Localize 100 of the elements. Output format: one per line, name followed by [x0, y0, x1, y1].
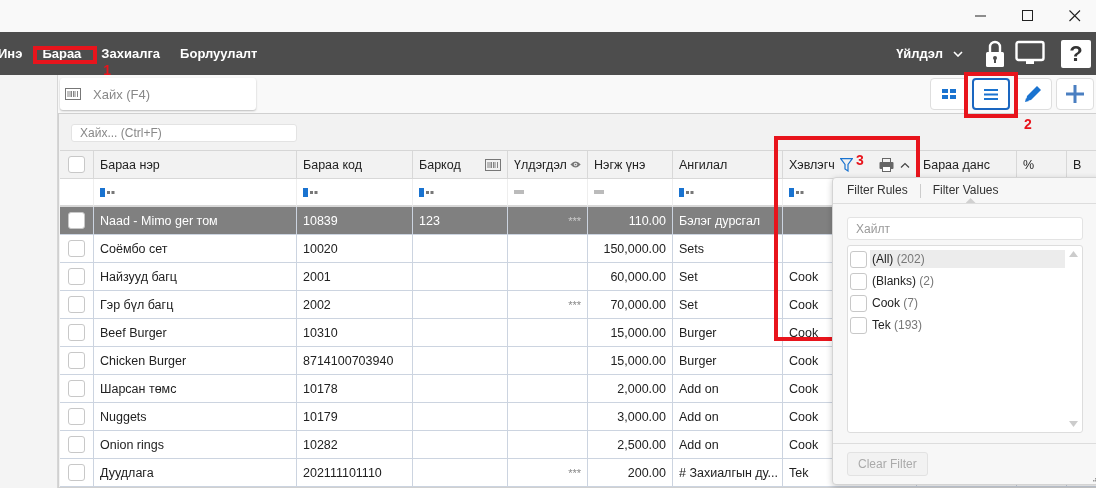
row-checkbox[interactable] — [68, 352, 85, 369]
table-cell: 202111101110 — [297, 459, 413, 487]
eye-icon[interactable] — [569, 160, 581, 169]
filter-tab[interactable]: Filter Values — [932, 181, 999, 203]
table-cell: Burger — [673, 319, 783, 347]
filter-value[interactable]: Cook (7) — [870, 294, 920, 312]
column-header[interactable]: В — [1067, 151, 1096, 179]
row-checkbox[interactable] — [68, 408, 85, 425]
filter-value[interactable]: (All) (202) — [870, 250, 1065, 268]
maximize-icon[interactable] — [1022, 10, 1034, 22]
table-cell: Set — [673, 291, 783, 319]
table-cell: Шарсан төмс — [94, 375, 297, 403]
barcode-icon — [65, 88, 81, 100]
column-header[interactable]: Бараа нэр — [94, 151, 297, 179]
table-cell: Гэр бүл багц — [94, 291, 297, 319]
list-view-icon — [984, 88, 998, 100]
table-cell: 60,000.00 — [588, 263, 673, 291]
plus-icon — [1065, 84, 1085, 104]
annotation-box — [964, 72, 1018, 118]
printer-icon[interactable] — [879, 157, 894, 172]
search-field[interactable]: Хайлт — [847, 217, 1083, 240]
filter-icon[interactable] — [840, 157, 853, 172]
row-checkbox[interactable] — [68, 212, 85, 229]
row-checkbox[interactable] — [68, 240, 85, 257]
column-header[interactable]: Үлдэгдэл — [508, 151, 588, 179]
actions-dropdown[interactable]: Үйлдэл — [896, 46, 943, 61]
table-cell: 2,000.00 — [588, 375, 673, 403]
table-cell: Onion rings — [94, 431, 297, 459]
row-checkbox[interactable] — [68, 436, 85, 453]
table-cell: 15,000.00 — [588, 319, 673, 347]
text-filter-icon[interactable] — [303, 187, 319, 197]
caret-up-icon[interactable] — [900, 161, 910, 168]
table-cell: 10020 — [297, 235, 413, 263]
table-cell: 10839 — [297, 207, 413, 235]
annotation-box — [33, 46, 98, 64]
table-cell: 110.00 — [588, 207, 673, 235]
search-field[interactable]: Хайх (F4) — [60, 78, 256, 110]
table-cell: Найзууд багц — [94, 263, 297, 291]
menu-item[interactable]: Захиалга — [101, 46, 161, 61]
chevron-down-icon[interactable] — [953, 50, 963, 57]
table-cell: Burger — [673, 347, 783, 375]
value-checkbox[interactable] — [850, 272, 867, 290]
add-button[interactable] — [1056, 78, 1094, 110]
column-header[interactable]: % — [1017, 151, 1067, 179]
row-checkbox[interactable] — [68, 296, 85, 313]
lock-icon[interactable] — [985, 39, 1005, 68]
barcode-icon — [485, 158, 501, 171]
scroll-up-icon[interactable] — [1069, 251, 1078, 257]
table-cell: Sets — [673, 235, 783, 263]
table-cell: 2002 — [297, 291, 413, 319]
annotation-number: 2 — [1024, 117, 1032, 131]
row-checkbox[interactable] — [68, 380, 85, 397]
close-icon[interactable] — [1069, 10, 1081, 22]
table-cell: # Захиалгын ду... — [673, 459, 783, 487]
table-cell: 3,000.00 — [588, 403, 673, 431]
column-header[interactable]: Баркод — [413, 151, 508, 179]
column-header[interactable]: Ангилал — [673, 151, 783, 179]
table-cell: 2,500.00 — [588, 431, 673, 459]
table-cell: Nuggets — [94, 403, 297, 431]
row-checkbox[interactable] — [68, 268, 85, 285]
help-icon[interactable]: ? — [1061, 39, 1091, 68]
table-cell: 10179 — [297, 403, 413, 431]
column-header[interactable]: Бараа код — [297, 151, 413, 179]
text-filter-icon[interactable] — [789, 187, 805, 197]
table-cell: Дуудлага — [94, 459, 297, 487]
text-filter-icon[interactable] — [100, 187, 116, 197]
menu-item[interactable]: Борлуулалт — [180, 46, 258, 61]
table-cell: Соёмбо сет — [94, 235, 297, 263]
table-cell: 200.00 — [588, 459, 673, 487]
value-checkbox[interactable] — [850, 250, 867, 268]
view-toggle-button[interactable] — [972, 78, 1010, 110]
table-cell: Chicken Burger — [94, 347, 297, 375]
table-cell: Бэлэг дурсгал — [673, 207, 783, 235]
table-cell: Set — [673, 263, 783, 291]
pencil-icon — [1023, 84, 1043, 104]
row-checkbox[interactable] — [68, 464, 85, 481]
value-checkbox[interactable] — [850, 316, 867, 334]
table-cell: 15,000.00 — [588, 347, 673, 375]
table-cell: *** — [508, 459, 588, 487]
text-filter-icon[interactable] — [419, 187, 435, 197]
filter-tab[interactable]: Filter Rules — [847, 181, 908, 203]
annotation-number: 3 — [856, 153, 864, 167]
table-cell: *** — [508, 207, 588, 235]
table-cell: 8714100703940 — [297, 347, 413, 375]
table-cell: Add on — [673, 431, 783, 459]
search-field[interactable]: Хайх... (Ctrl+F) — [71, 124, 297, 142]
table-cell: 10178 — [297, 375, 413, 403]
value-checkbox[interactable] — [850, 294, 867, 312]
table-cell: 123 — [413, 207, 508, 235]
table-cell: Beef Burger — [94, 319, 297, 347]
row-checkbox[interactable] — [68, 324, 85, 341]
column-header[interactable]: Нэгж үнэ — [588, 151, 673, 179]
table-cell: Add on — [673, 375, 783, 403]
scroll-down-icon[interactable] — [1069, 421, 1078, 427]
table-cell: *** — [508, 291, 588, 319]
table-cell: 70,000.00 — [588, 291, 673, 319]
table-cell: Naad - Mimo ger том — [94, 207, 297, 235]
text-filter-icon[interactable] — [679, 187, 695, 197]
select-all-checkbox[interactable] — [68, 156, 85, 173]
table-cell: 10310 — [297, 319, 413, 347]
